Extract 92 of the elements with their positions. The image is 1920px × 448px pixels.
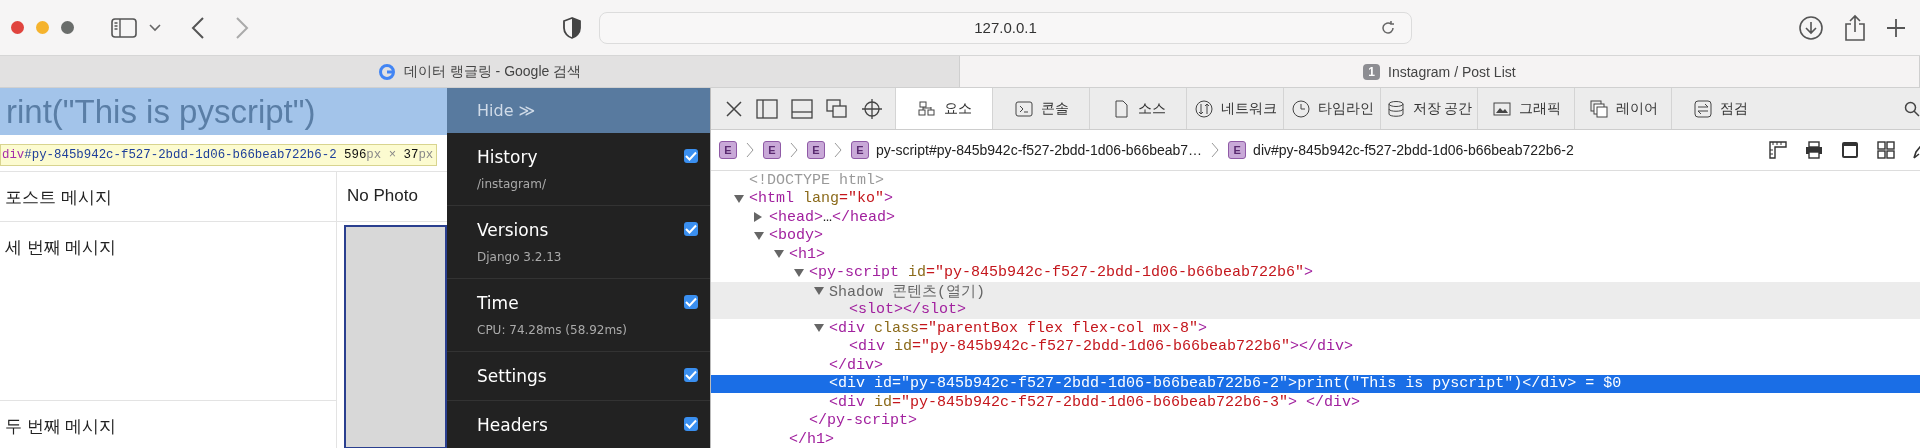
element-badge[interactable]: E (807, 141, 825, 159)
debug-panel-item[interactable]: Time CPU: 74.28ms (58.92ms) (447, 279, 710, 352)
devtools-tab[interactable]: 요소 (895, 88, 992, 129)
dom-node[interactable]: Shadow 콘텐츠(열기) (829, 281, 985, 301)
tab-icon (1290, 98, 1311, 119)
inspect-tooltip: div#py-845b942c-f527-2bdd-1d06-b66beab722b6-2 596px × 37px (0, 144, 438, 166)
dom-node[interactable]: <slot></slot> (849, 301, 967, 319)
expanded-triangle-icon[interactable] (773, 249, 785, 260)
dom-node[interactable]: </div> (829, 356, 883, 374)
dom-node[interactable]: <py-script id="py-845b942c-f527-2bdd-1d06-b66beab722b6"> (809, 264, 1314, 282)
table-cell: 포스트 메시지 (0, 172, 337, 222)
reload-icon[interactable] (1379, 18, 1397, 37)
browser-tab[interactable]: 1 Instagram / Post List (960, 56, 1920, 87)
panel-checkbox[interactable] (684, 368, 698, 382)
chevron-down-icon[interactable] (149, 23, 161, 32)
element-badge[interactable]: E (719, 141, 737, 159)
tab-icon (1692, 98, 1713, 119)
crosshair-icon[interactable] (861, 97, 883, 120)
devtools-tab[interactable]: 콘솔 (992, 88, 1089, 129)
dom-node[interactable]: <body> (769, 227, 823, 245)
element-badge[interactable]: E (763, 141, 781, 159)
new-tab-icon[interactable] (1886, 17, 1906, 38)
panel-title: Settings (477, 366, 547, 386)
table-cell: 두 번째 메시지 (0, 401, 337, 448)
panel-title: Versions (477, 220, 550, 240)
debug-panel-item[interactable]: Headers (447, 401, 710, 448)
search-icon[interactable] (1904, 101, 1920, 117)
table-cell: 세 번째 메시지 (0, 222, 337, 401)
expanded-triangle-icon[interactable] (753, 230, 765, 241)
zoom-window-button[interactable] (61, 21, 74, 34)
chevron-right-icon (790, 142, 798, 158)
panel-subtitle: Django 3.2.13 (477, 250, 562, 264)
download-icon[interactable] (1798, 14, 1824, 41)
devtools-tab[interactable]: 소스 (1089, 88, 1186, 129)
panel-checkbox[interactable] (684, 417, 698, 431)
devtools-tab[interactable]: 점검 (1671, 88, 1768, 129)
dom-node[interactable]: <div class="parentBox flex flex-col mx-8"> (829, 319, 1208, 337)
breadcrumb-item[interactable]: E div#py-845b942c-f527-2bdd-1d06-b66beab722b6-2 (1228, 141, 1574, 159)
favicon-icon (377, 62, 396, 81)
expanded-triangle-icon[interactable] (793, 267, 805, 278)
dom-node[interactable]: <div id="py-845b942c-f527-2bdd-1d06-b66beab722b6"></div> (849, 338, 1354, 356)
window-icon[interactable] (1840, 140, 1860, 160)
tab-icon (1588, 98, 1609, 119)
expanded-triangle-icon[interactable] (813, 323, 825, 334)
dock-bottom-icon[interactable] (791, 98, 813, 119)
share-icon[interactable] (1844, 13, 1866, 42)
expanded-triangle-icon[interactable] (813, 286, 825, 297)
back-icon[interactable] (191, 16, 205, 39)
print-icon[interactable] (1804, 140, 1824, 160)
tab-icon (916, 98, 937, 119)
debug-panel-item[interactable]: History /instagram/ (447, 133, 710, 206)
dom-node[interactable]: <head>…</head> (769, 208, 896, 226)
panel-checkbox[interactable] (684, 222, 698, 236)
chevron-right-icon (834, 142, 842, 158)
dom-node[interactable]: <h1> (789, 245, 825, 263)
debug-panel-item[interactable]: Versions Django 3.2.13 (447, 206, 710, 279)
panel-title: Time (477, 293, 520, 313)
debug-panel-item[interactable]: Settings (447, 352, 710, 401)
dom-node[interactable]: </h1> (789, 430, 834, 448)
browser-tab[interactable]: 데이터 랭글링 - Google 검색 (0, 56, 960, 87)
shield-icon[interactable] (563, 16, 581, 39)
devtools-tab[interactable]: 네트워크 (1186, 88, 1283, 129)
address-field[interactable]: 127.0.0.1 (599, 11, 1412, 44)
devtools-tab[interactable]: 저장 공간 (1380, 88, 1477, 129)
panel-title: Headers (477, 415, 548, 435)
dock-left-icon[interactable] (756, 98, 778, 119)
ruler-icon[interactable] (1768, 140, 1788, 160)
tab-icon (1193, 98, 1214, 119)
collapsed-triangle-icon[interactable] (753, 211, 763, 224)
close-window-button[interactable] (11, 21, 24, 34)
dom-node[interactable]: <html lang="ko"> (749, 190, 894, 208)
devtools-tab[interactable]: 레이어 (1574, 88, 1671, 129)
chevron-right-icon (1211, 142, 1220, 158)
dom-node[interactable]: </py-script> (809, 412, 918, 430)
panel-title: History (477, 147, 539, 167)
panel-checkbox[interactable] (684, 149, 698, 163)
devtools-tab[interactable]: 타임라인 (1283, 88, 1380, 129)
panel-subtitle: /instagram/ (477, 177, 546, 191)
panel-checkbox[interactable] (684, 295, 698, 309)
chevron-right-icon (746, 142, 754, 158)
devtools-tab[interactable]: 그래픽 (1477, 88, 1574, 129)
dom-node[interactable]: <div id="py-845b942c-f527-2bdd-1d06-b66beab722b6-3"> </div> (829, 393, 1361, 411)
sidebar-icon[interactable] (111, 17, 137, 38)
grid-icon[interactable] (1876, 140, 1896, 160)
tab-icon (1013, 98, 1034, 119)
breadcrumb-item[interactable]: E py-script#py-845b942c-f527-2bdd-1d06-b66beab7… (851, 141, 1203, 159)
close-icon[interactable] (725, 99, 743, 118)
tab-number-badge: 1 (1363, 63, 1381, 80)
detach-window-icon[interactable] (826, 98, 848, 119)
panel-subtitle: CPU: 74.28ms (58.92ms) (477, 323, 628, 337)
expanded-triangle-icon[interactable] (733, 193, 745, 204)
tab-icon (1385, 98, 1406, 119)
